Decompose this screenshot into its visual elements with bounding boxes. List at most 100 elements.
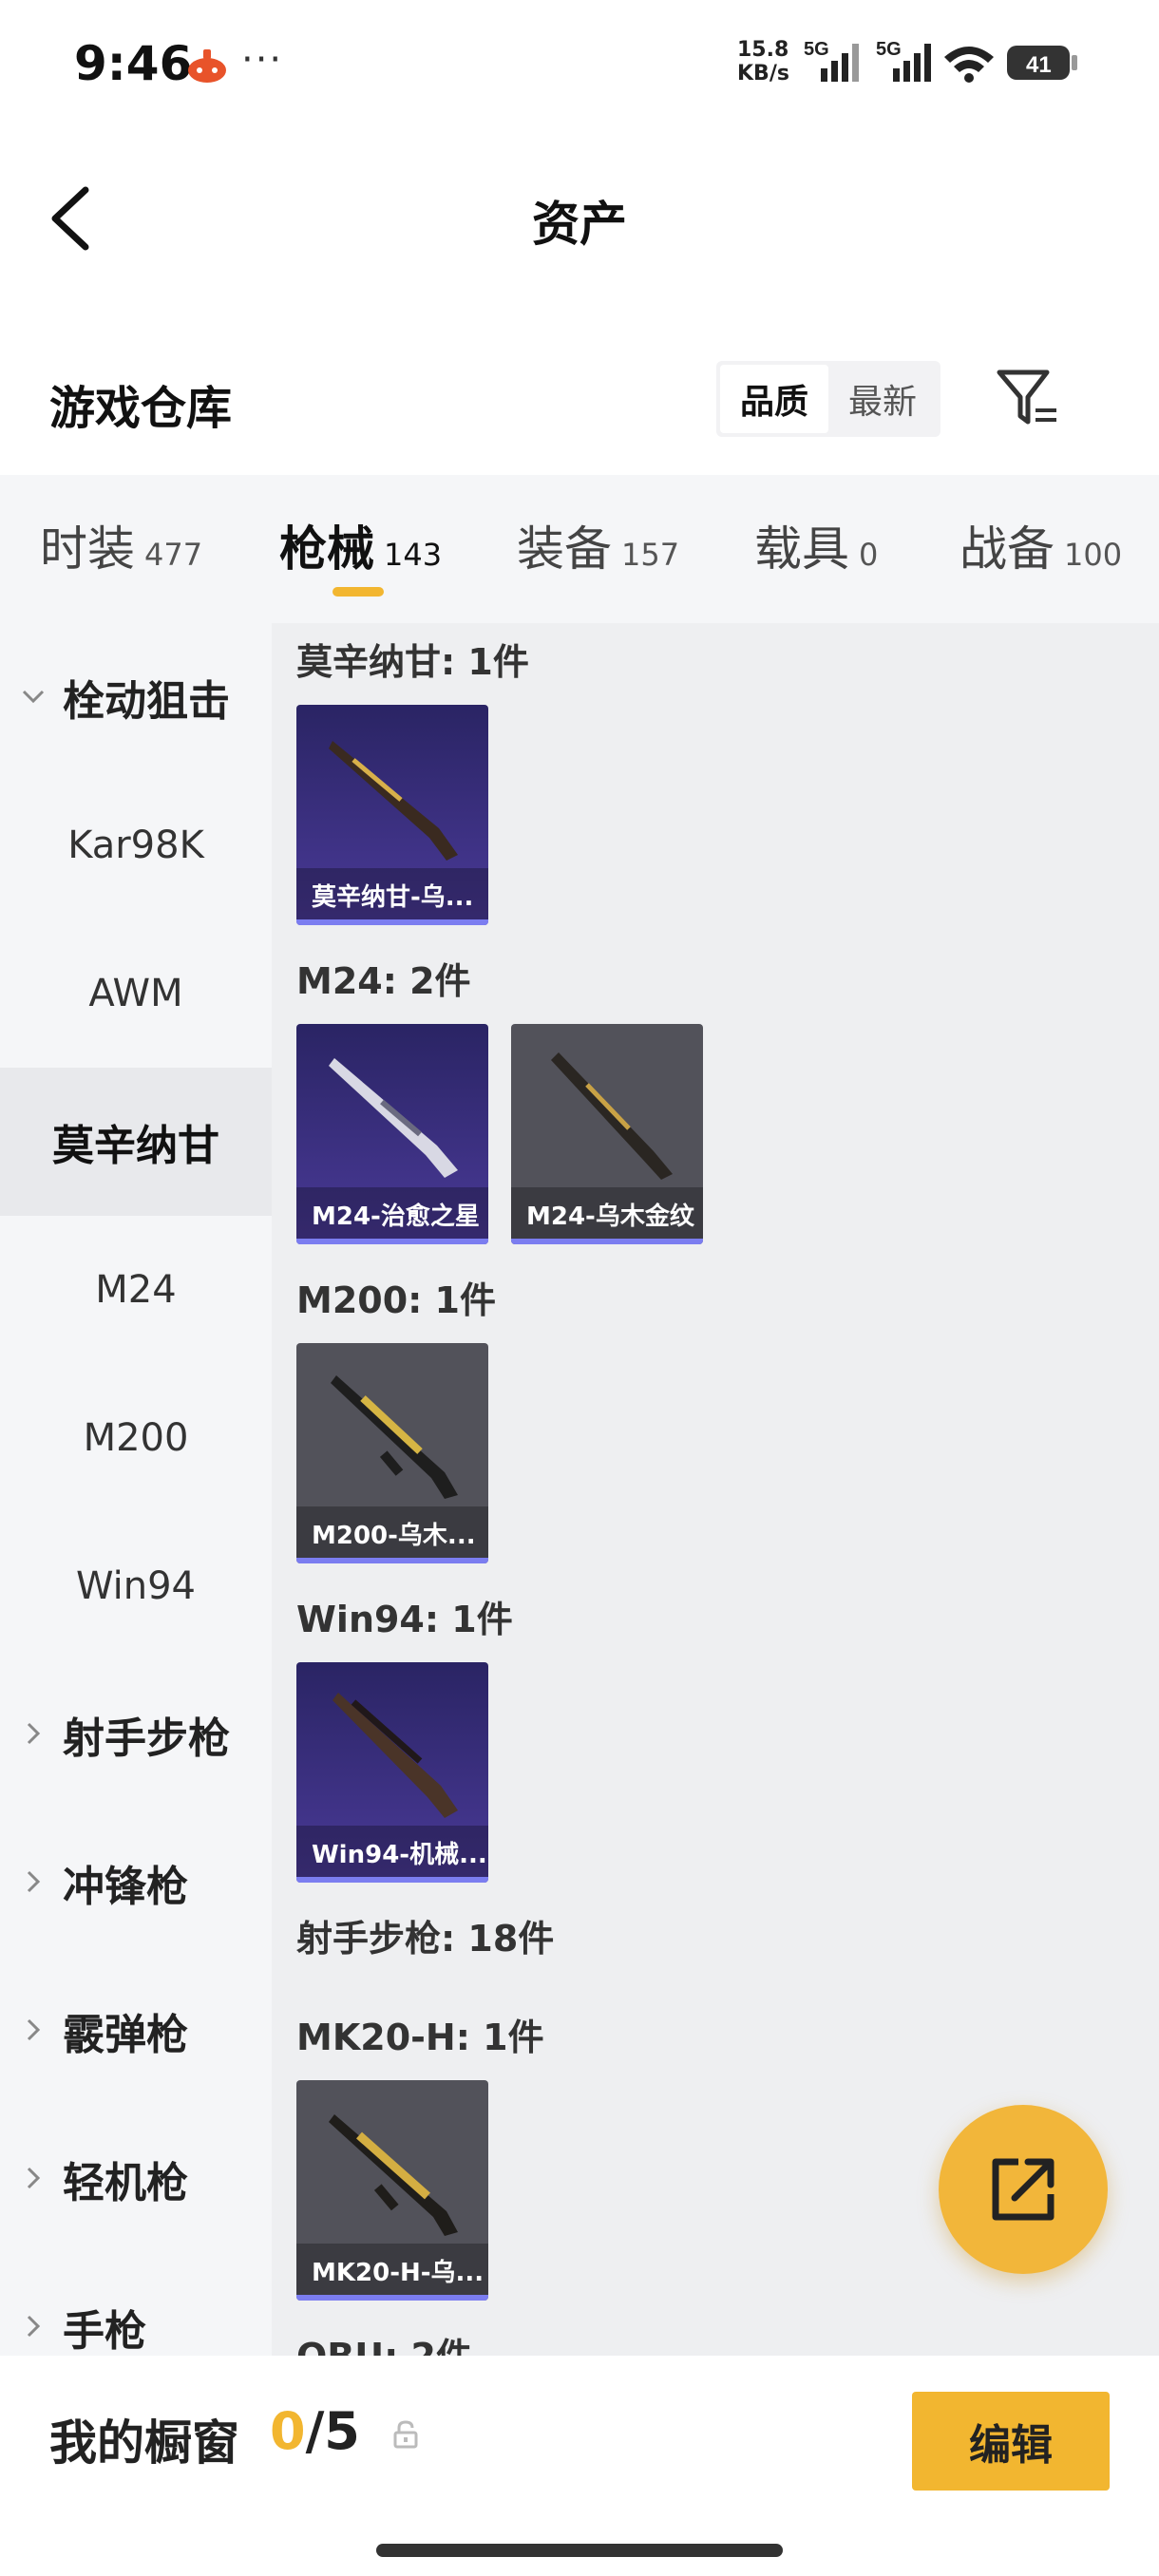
network-speed-value: 15.8: [737, 38, 789, 62]
network-speed: 15.8 KB/s: [737, 38, 789, 85]
share-external-icon: [992, 2158, 1054, 2221]
chevron-right-icon: [27, 2315, 41, 2338]
rifle-icon: [329, 741, 458, 861]
rarity-bar: [511, 1239, 703, 1244]
sidebar-group-smg[interactable]: 冲锋枪: [0, 1809, 272, 1957]
chevron-right-icon: [27, 1722, 41, 1745]
weapon-card[interactable]: Win94-机械...: [296, 1662, 488, 1883]
status-bar: 9:46 ··· 15.8 KB/s 5G 5G 41: [0, 0, 1159, 133]
tab-supplies[interactable]: 战备 100: [960, 511, 1122, 579]
sidebar-item-label: Kar98K: [67, 824, 204, 867]
signal-2-label: 5G: [876, 39, 902, 60]
sidebar-item-label: 轻机枪: [63, 2159, 188, 2207]
sidebar-item-mosin-nagant[interactable]: 莫辛纳甘: [0, 1068, 272, 1216]
tab-label: 时装: [40, 521, 135, 577]
tab-firearms[interactable]: 枪械 143: [279, 511, 442, 579]
weapon-card-label: MK20-H-乌...: [296, 2244, 488, 2295]
weapon-list: 莫辛纳甘: 1件 莫辛纳甘-乌... M24: 2件 M24-治愈之星 M24-…: [272, 623, 1159, 2356]
sidebar-group-bolt-action[interactable]: 栓动狙击: [0, 623, 272, 771]
group-heading: 莫辛纳甘: 1件: [296, 641, 529, 683]
sidebar-item-m200[interactable]: M200: [0, 1364, 272, 1512]
status-time: 9:46: [74, 36, 193, 91]
group-heading: 射手步枪: 18件: [296, 1918, 555, 1960]
tab-label: 战备: [960, 521, 1054, 577]
tab-label: 枪械: [279, 521, 374, 577]
showcase-count: 0/5: [270, 2401, 360, 2461]
sidebar-item-label: 冲锋枪: [63, 1863, 188, 1911]
edit-button[interactable]: 编辑: [912, 2392, 1110, 2491]
category-tabs: 时装 477 枪械 143 装备 157 载具 0 战备 100: [0, 475, 1159, 623]
chevron-right-icon: [27, 2018, 41, 2041]
sidebar-group-lmg[interactable]: 轻机枪: [0, 2105, 272, 2253]
group-heading: MK20-H: 1件: [296, 2017, 544, 2058]
group-heading: Win94: 1件: [296, 1599, 513, 1640]
sidebar-item-kar98k[interactable]: Kar98K: [0, 771, 272, 919]
sidebar-item-label: 莫辛纳甘: [52, 1122, 219, 1170]
tab-count: 157: [621, 537, 680, 573]
weapon-card-label: M24-乌木金纹: [511, 1187, 703, 1239]
app-notification-icon: [188, 49, 226, 83]
sidebar-item-label: Win94: [75, 1564, 197, 1608]
weapon-category-sidebar: 栓动狙击 Kar98K AWM 莫辛纳甘 M24 M200 Win94 射手步枪…: [0, 623, 272, 2356]
tab-fashion[interactable]: 时装 477: [40, 511, 202, 579]
sidebar-item-win94[interactable]: Win94: [0, 1512, 272, 1660]
tab-equipment[interactable]: 装备 157: [517, 511, 679, 579]
battery-level: 41: [1026, 52, 1052, 78]
weapon-card-label: M24-治愈之星: [296, 1187, 488, 1239]
sidebar-group-marksman-rifles[interactable]: 射手步枪: [0, 1660, 272, 1809]
tab-label: 载具: [754, 521, 849, 577]
weapon-card[interactable]: 莫辛纳甘-乌...: [296, 705, 488, 925]
filter-icon[interactable]: [994, 365, 1060, 431]
sort-latest-option[interactable]: 最新: [828, 365, 937, 433]
rarity-bar: [296, 1558, 488, 1563]
sidebar-group-shotgun[interactable]: 霰弹枪: [0, 1957, 272, 2105]
tab-count: 477: [144, 537, 203, 573]
section-title: 游戏仓库: [49, 382, 233, 435]
rarity-bar: [296, 1877, 488, 1883]
wifi-icon: [944, 47, 994, 83]
weapon-card[interactable]: M24-治愈之星: [296, 1024, 488, 1244]
more-notifications-icon: ···: [241, 38, 284, 82]
sidebar-item-awm[interactable]: AWM: [0, 919, 272, 1068]
sidebar-item-label: M200: [83, 1416, 189, 1460]
sidebar-item-label: 射手步枪: [63, 1714, 230, 1763]
weapon-card[interactable]: M200-乌木...: [296, 1343, 488, 1563]
weapon-card[interactable]: M24-乌木金纹: [511, 1024, 703, 1244]
lock-icon: [393, 2420, 418, 2449]
share-button[interactable]: [939, 2105, 1108, 2274]
sidebar-item-m24[interactable]: M24: [0, 1216, 272, 1364]
rifle-icon: [551, 1052, 673, 1180]
showcase-label: 我的橱窗: [49, 2415, 239, 2471]
showcase-bar: 我的橱窗 0/5 编辑: [0, 2356, 1159, 2576]
chevron-down-icon: [22, 690, 45, 704]
signal-1-label: 5G: [804, 39, 829, 60]
weapon-card-label: 莫辛纳甘-乌...: [296, 868, 488, 919]
sort-quality-option[interactable]: 品质: [720, 365, 828, 433]
status-icons: 5G 5G 41: [804, 39, 1077, 83]
weapon-card-label: Win94-机械...: [296, 1826, 488, 1877]
rarity-bar: [296, 919, 488, 925]
sidebar-item-label: AWM: [88, 972, 183, 1015]
sidebar-item-label: 手枪: [63, 2307, 146, 2356]
rarity-bar: [296, 2295, 488, 2301]
tab-count: 143: [384, 537, 443, 573]
group-heading: QBU: 2件: [296, 2327, 472, 2356]
weapon-card[interactable]: MK20-H-乌...: [296, 2080, 488, 2301]
sidebar-item-label: 栓动狙击: [63, 677, 230, 726]
tab-count: 100: [1064, 537, 1123, 573]
tab-label: 装备: [517, 521, 612, 577]
showcase-current: 0: [270, 2401, 306, 2461]
active-tab-indicator: [332, 587, 384, 597]
network-speed-unit: KB/s: [737, 62, 789, 85]
weapon-card-label: M200-乌木...: [296, 1506, 488, 1558]
battery-icon: 41: [1007, 46, 1077, 80]
sidebar-item-label: M24: [95, 1268, 177, 1312]
chevron-right-icon: [27, 1870, 41, 1893]
tab-vehicles[interactable]: 载具 0: [754, 511, 878, 579]
home-indicator[interactable]: [376, 2544, 783, 2557]
sort-toggle: 品质 最新: [716, 361, 940, 437]
group-heading: M200: 1件: [296, 1279, 497, 1321]
sidebar-item-label: 霰弹枪: [63, 2011, 188, 2059]
page-title: 资产: [532, 197, 627, 252]
rifle-icon: [331, 1375, 458, 1499]
